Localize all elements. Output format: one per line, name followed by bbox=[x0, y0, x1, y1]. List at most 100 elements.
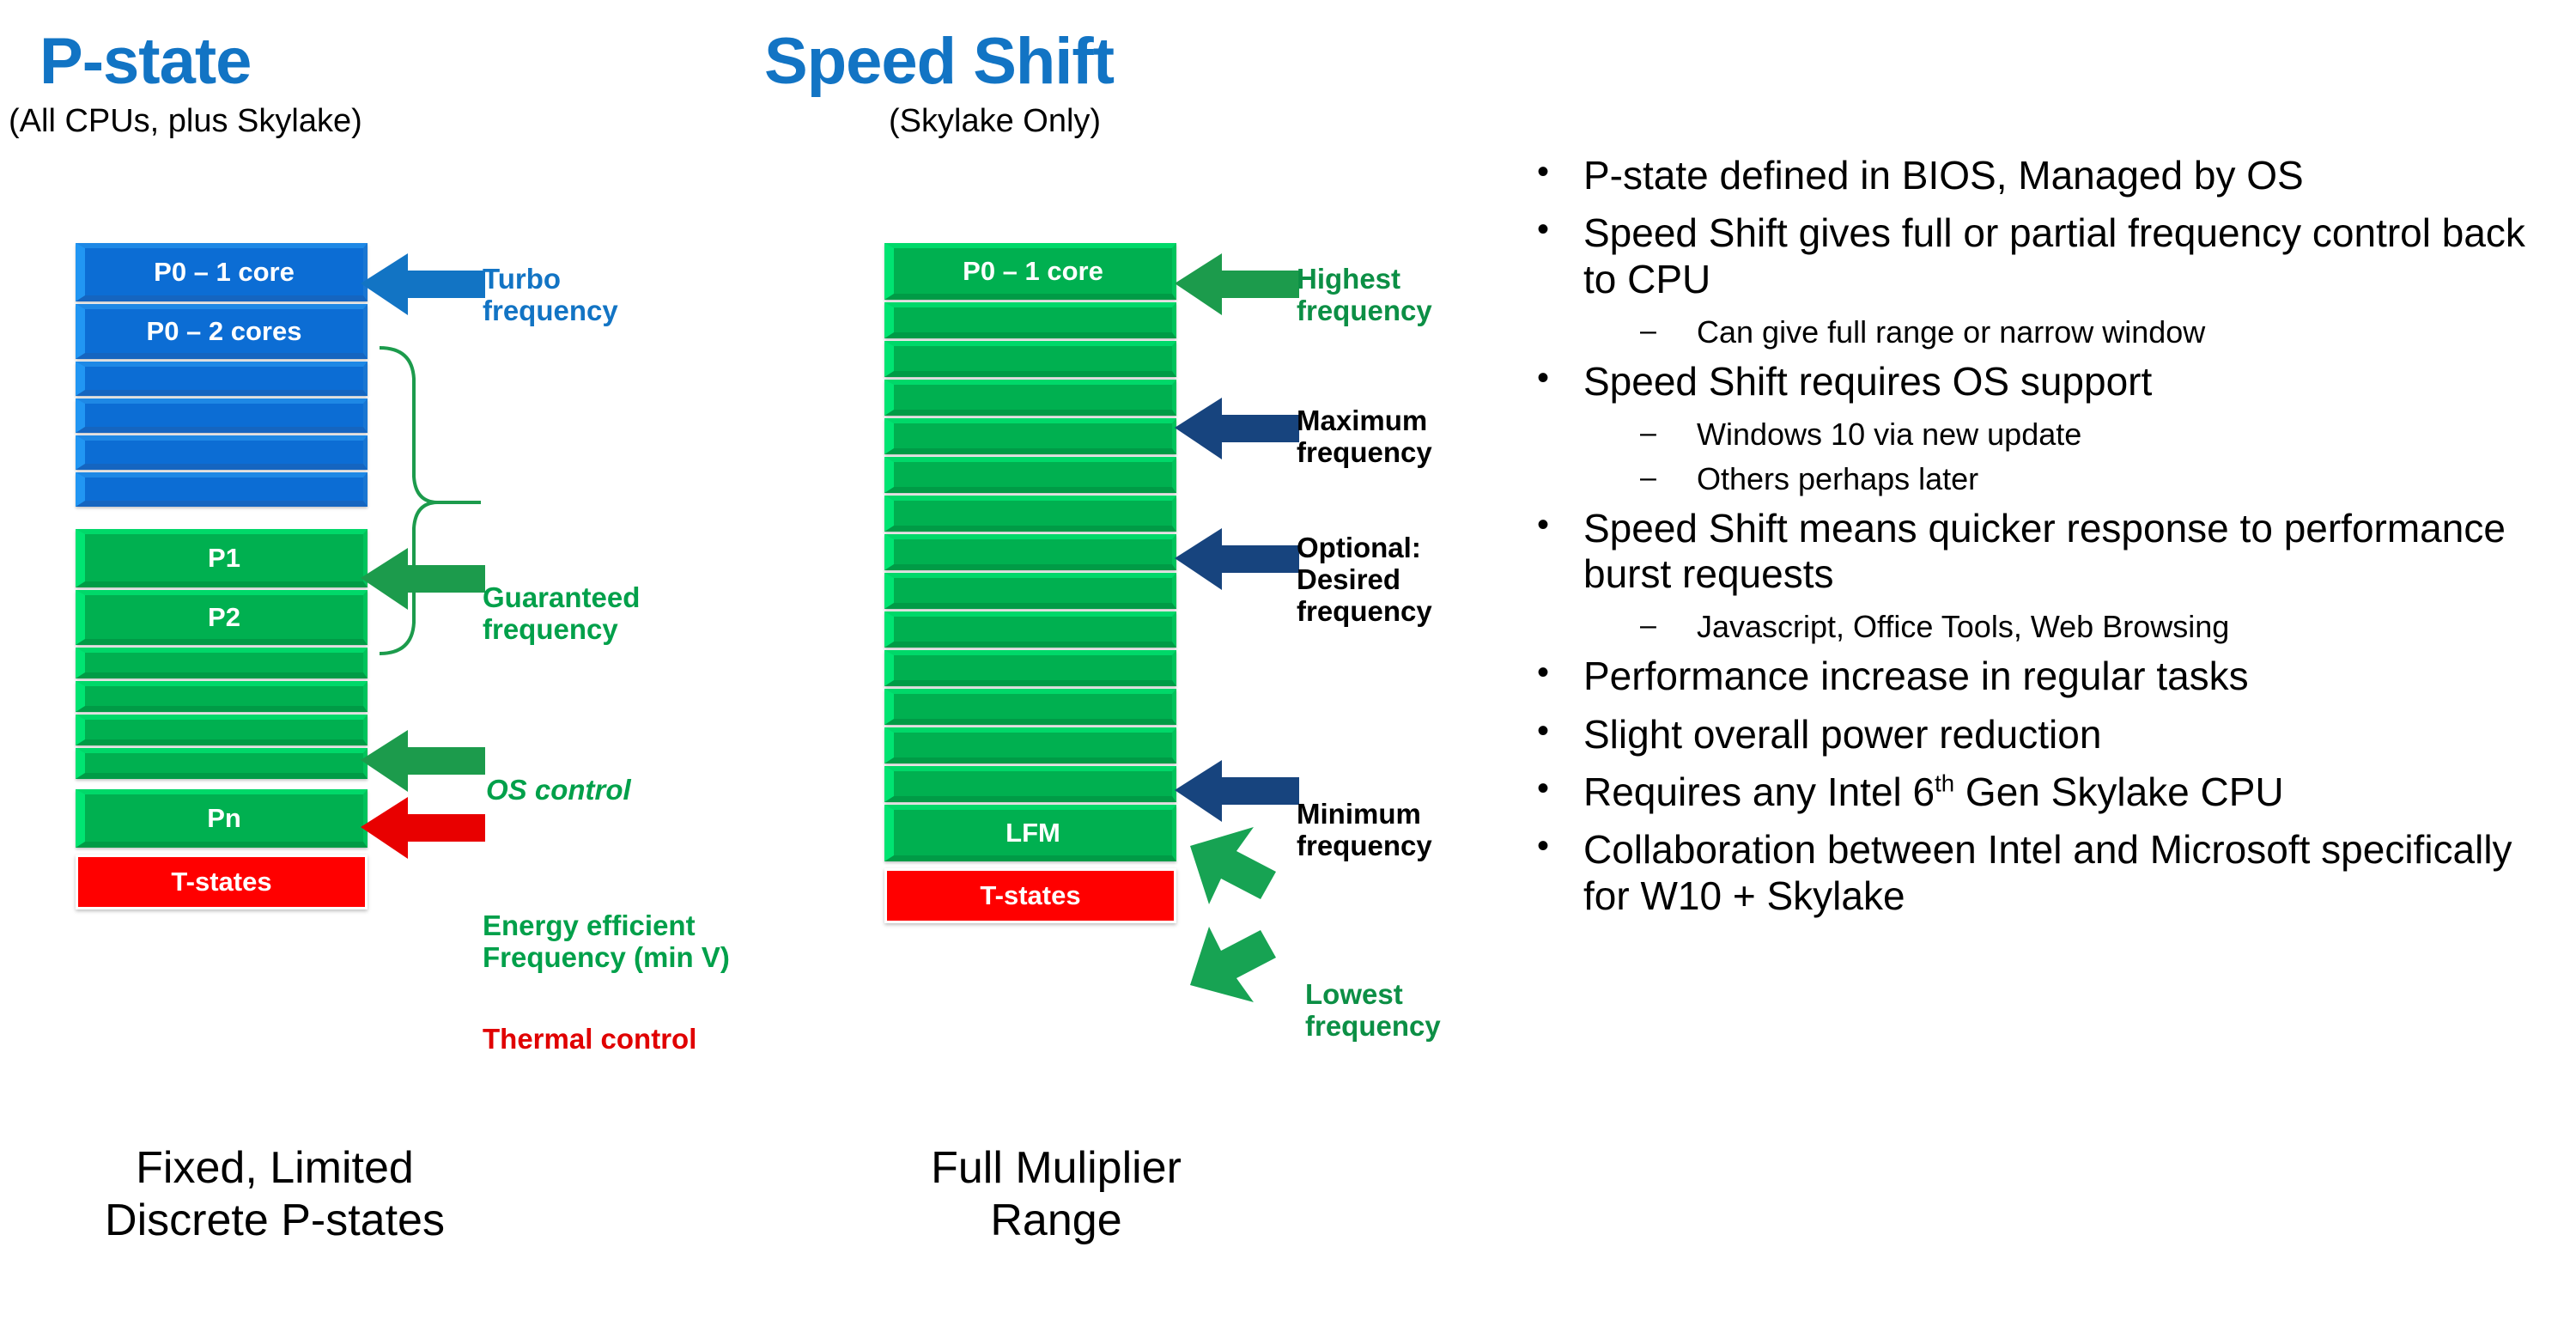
bullet-item: – Javascript, Office Tools, Web Browsing bbox=[1640, 609, 2567, 645]
bar-label: T-states bbox=[171, 867, 272, 897]
bullet-text: Speed Shift means quicker response to pe… bbox=[1583, 505, 2506, 597]
bullet-item: • Collaboration between Intel and Microso… bbox=[1537, 827, 2567, 919]
bullet-dash-icon: – bbox=[1640, 609, 1656, 642]
pstate-bar-pn: Pn bbox=[76, 789, 368, 848]
guaranteed-frequency-label: Guaranteed frequency bbox=[483, 581, 641, 645]
turbo-frequency-label: Turbo frequency bbox=[483, 263, 618, 326]
pstate-column-title: P-state bbox=[39, 25, 252, 98]
bar-label: LFM bbox=[1005, 817, 1060, 848]
bullet-dot-icon: • bbox=[1537, 711, 1550, 750]
bar-label: T-states bbox=[980, 880, 1081, 910]
minimum-frequency-arrow-icon bbox=[1175, 760, 1299, 822]
pstate-bar-unlabeled bbox=[884, 573, 1176, 609]
energy-efficient-frequency-label: Energy efficient Frequency (min V) bbox=[483, 909, 730, 973]
bullet-text: Windows 10 via new update bbox=[1697, 417, 2082, 453]
pstate-bar-unlabeled bbox=[884, 689, 1176, 725]
feature-bullet-list: • P-state defined in BIOS, Managed by OS •… bbox=[1537, 153, 2567, 931]
bullet-item: • Speed Shift gives full or partial frequ… bbox=[1537, 210, 2567, 302]
pstate-bar-unlabeled bbox=[76, 648, 368, 678]
pstate-bar-unlabeled bbox=[884, 534, 1176, 570]
thermal-control-label: Thermal control bbox=[483, 1023, 697, 1055]
maximum-frequency-label: Maximum frequency bbox=[1297, 405, 1432, 468]
bar-label: P2 bbox=[208, 601, 240, 632]
pstate-bar-unlabeled bbox=[884, 650, 1176, 686]
bullet-text: Speed Shift requires OS support bbox=[1583, 358, 2153, 404]
pstate-bar-unlabeled bbox=[76, 715, 368, 745]
tstates-bar: T-states bbox=[884, 868, 1176, 923]
bullet-text: Others perhaps later bbox=[1697, 460, 1979, 496]
bullet-item: – Windows 10 via new update bbox=[1640, 417, 2567, 453]
minimum-frequency-label: Minimum frequency bbox=[1297, 798, 1432, 861]
highest-frequency-arrow-icon bbox=[1175, 253, 1299, 315]
bullet-item: • Speed Shift means quicker response to p… bbox=[1537, 506, 2567, 598]
bullet-item: • P-state defined in BIOS, Managed by OS bbox=[1537, 153, 2567, 198]
bullet-dot-icon: • bbox=[1537, 654, 1550, 692]
highest-frequency-label: Highest frequency bbox=[1297, 263, 1432, 326]
bullet-dash-icon: – bbox=[1640, 314, 1656, 348]
pstate-bar-unlabeled bbox=[76, 681, 368, 712]
pstate-bar-stack: P0 – 1 core P0 – 2 cores P1 P2 Pn T-states bbox=[76, 243, 368, 909]
bullet-text: Can give full range or narrow window bbox=[1697, 314, 2206, 350]
speedshift-column-title: Speed Shift bbox=[764, 25, 1115, 98]
desired-frequency-label: Optional: Desired frequency bbox=[1297, 532, 1432, 627]
pstate-bar-p1: P1 bbox=[76, 529, 368, 587]
bullet-text: Slight overall power reduction bbox=[1583, 711, 2102, 757]
pstate-bar-p0-1-core: P0 – 1 core bbox=[884, 243, 1176, 300]
pstate-bar-p0-2-cores: P0 – 2 cores bbox=[76, 304, 368, 359]
bullet-item: • Performance increase in regular tasks bbox=[1537, 654, 2567, 699]
bullet-text: Javascript, Office Tools, Web Browsing bbox=[1697, 609, 2230, 645]
pstate-bar-unlabeled bbox=[884, 457, 1176, 493]
pstate-bar-unlabeled bbox=[884, 496, 1176, 532]
pstate-column-subtitle: (All CPUs, plus Skylake) bbox=[9, 103, 362, 139]
pstate-bar-unlabeled bbox=[884, 418, 1176, 454]
pstate-bar-unlabeled bbox=[76, 748, 368, 779]
pstate-bar-unlabeled bbox=[884, 611, 1176, 648]
bullet-text: Requires any Intel 6th Gen Skylake CPU bbox=[1583, 769, 2284, 814]
pstate-bar-lfm: LFM bbox=[884, 805, 1176, 861]
lowest-frequency-label: Lowest frequency bbox=[1305, 978, 1441, 1042]
pstate-bar-p2: P2 bbox=[76, 590, 368, 645]
lowest-frequency-arrow-down-icon bbox=[1190, 927, 1276, 1002]
bullet-dot-icon: • bbox=[1537, 769, 1550, 807]
bar-label: Pn bbox=[207, 802, 241, 833]
bar-label: P0 – 2 cores bbox=[146, 315, 302, 346]
speedshift-bottom-caption: Full Muliplier Range bbox=[931, 1143, 1182, 1246]
bullet-text: Collaboration between Intel and Microsof… bbox=[1583, 827, 2512, 918]
os-control-label: OS control bbox=[486, 774, 631, 806]
bullet-dot-icon: • bbox=[1537, 210, 1550, 249]
speedshift-bar-stack: P0 – 1 core LFM T-states bbox=[884, 243, 1176, 923]
maximum-frequency-arrow-icon bbox=[1175, 398, 1299, 459]
bullet-dot-icon: • bbox=[1537, 827, 1550, 866]
bullet-dot-icon: • bbox=[1537, 358, 1550, 397]
bar-label: P0 – 1 core bbox=[154, 256, 295, 287]
pstate-bar-p0-1-core: P0 – 1 core bbox=[76, 243, 368, 301]
pstate-bar-unlabeled bbox=[884, 302, 1176, 338]
tstates-bar: T-states bbox=[76, 855, 368, 909]
bullet-item: • Slight overall power reduction bbox=[1537, 712, 2567, 757]
pstate-bar-unlabeled bbox=[884, 380, 1176, 416]
turbo-arrow-icon bbox=[361, 253, 485, 315]
bullet-item: • Requires any Intel 6th Gen Skylake CPU bbox=[1537, 769, 2567, 815]
bullet-dot-icon: • bbox=[1537, 505, 1550, 544]
pstate-bar-unlabeled bbox=[76, 362, 368, 396]
guaranteed-arrow-icon bbox=[361, 548, 485, 610]
bullet-text: P-state defined in BIOS, Managed by OS bbox=[1583, 153, 2304, 198]
thermal-arrow-icon bbox=[361, 797, 485, 859]
pstate-bar-unlabeled bbox=[884, 766, 1176, 802]
pstate-bar-unlabeled bbox=[884, 341, 1176, 377]
os-control-brace-icon bbox=[379, 346, 439, 655]
desired-frequency-arrow-icon bbox=[1175, 528, 1299, 590]
speedshift-column-subtitle: (Skylake Only) bbox=[889, 103, 1102, 139]
bullet-item: • Speed Shift requires OS support bbox=[1537, 359, 2567, 405]
pstate-bottom-caption: Fixed, Limited Discrete P-states bbox=[105, 1143, 445, 1246]
pstate-bar-unlabeled bbox=[76, 398, 368, 433]
bar-label: P0 – 1 core bbox=[963, 255, 1103, 286]
bullet-dash-icon: – bbox=[1640, 460, 1656, 494]
pstate-bar-unlabeled bbox=[76, 435, 368, 470]
energy-efficient-arrow-icon bbox=[361, 730, 485, 792]
bar-label: P1 bbox=[208, 542, 240, 573]
pstate-bar-unlabeled bbox=[76, 472, 368, 507]
pstate-callout-arrows bbox=[361, 253, 485, 859]
bullet-text: Speed Shift gives full or partial freque… bbox=[1583, 210, 2525, 301]
lowest-frequency-arrow-up-icon bbox=[1190, 827, 1276, 904]
